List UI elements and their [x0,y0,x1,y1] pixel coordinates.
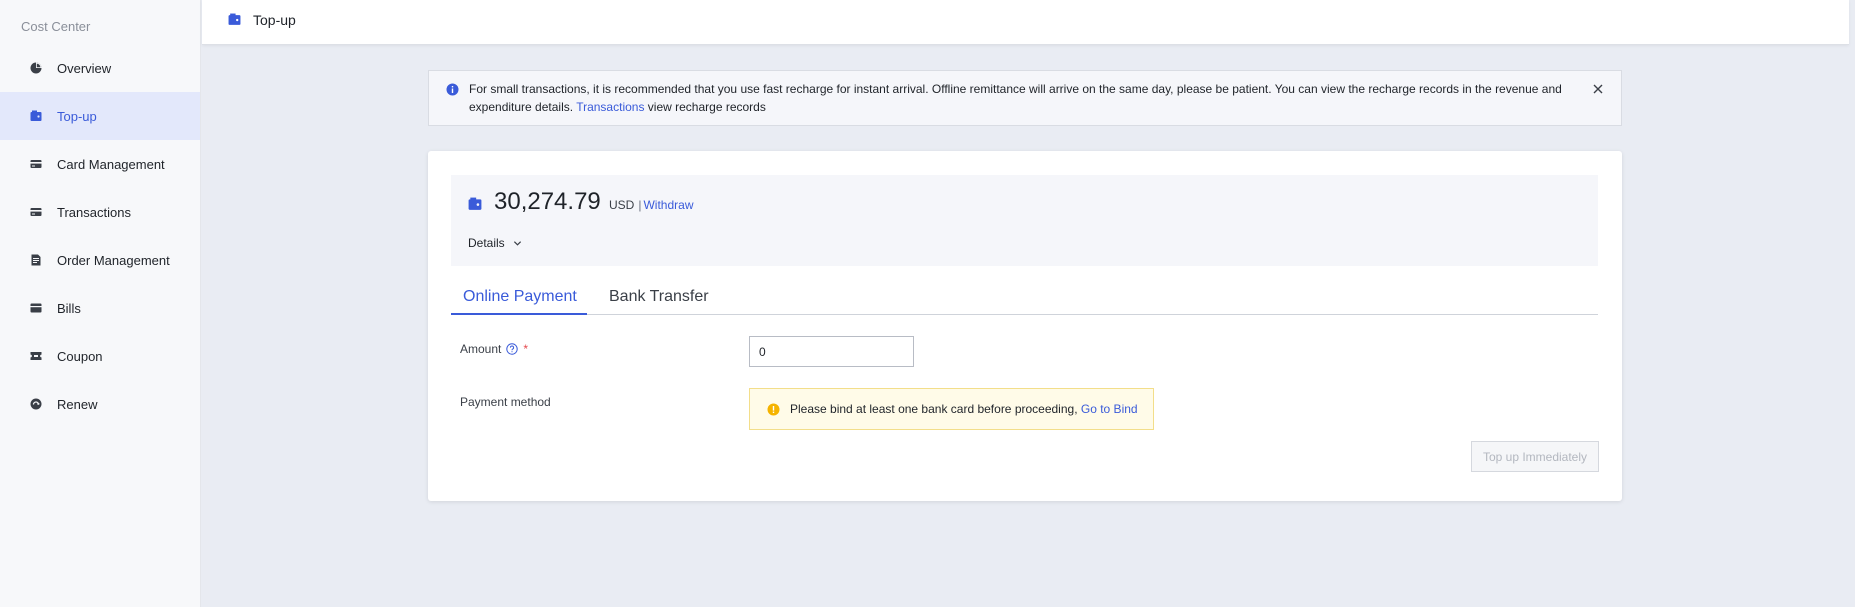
sidebar-item-label: Top-up [57,108,97,124]
sidebar-nav: Overview Top-up Card Management Transact… [0,44,200,428]
alert-suffix: view recharge records [647,100,766,114]
details-label: Details [468,236,505,250]
sidebar-item-label: Order Management [57,252,170,268]
tab-bank-transfer[interactable]: Bank Transfer [609,288,709,306]
sidebar-item-label: Card Management [57,156,165,172]
info-icon [446,83,459,96]
document-icon [30,254,42,266]
sidebar-item-transactions[interactable]: Transactions [0,188,200,236]
wallet-icon [30,110,42,122]
balance-amount: 30,274.79 [494,188,601,215]
coupon-icon [30,350,42,362]
sidebar-item-renew[interactable]: Renew [0,380,200,428]
chevron-down-icon [513,240,521,246]
card-icon [30,206,42,218]
top-up-button[interactable]: Top up Immediately [1471,441,1599,472]
tab-online-payment[interactable]: Online Payment [463,288,577,306]
payment-tabs: Online Payment Bank Transfer [451,281,1598,315]
balance-meta: USD | Withdraw [609,198,693,212]
payment-method-label: Payment method [460,395,551,409]
sidebar-item-card-management[interactable]: Card Management [0,140,200,188]
warning-icon [767,403,780,416]
wallet-icon [468,197,482,211]
wallet-icon [228,13,241,26]
page-header: Top-up [202,0,1849,45]
sidebar-item-overview[interactable]: Overview [0,44,200,92]
sidebar-item-label: Coupon [57,348,103,364]
sidebar-item-label: Bills [57,300,81,316]
amount-label-text: Amount [460,342,502,356]
amount-label: Amount * [460,342,528,356]
card-icon [30,158,42,170]
page-title: Top-up [253,12,296,28]
withdraw-link[interactable]: Withdraw [643,198,693,212]
bill-icon [30,302,42,314]
help-icon[interactable] [506,343,519,355]
sidebar-item-bills[interactable]: Bills [0,284,200,332]
details-toggle[interactable]: Details [468,236,522,250]
renew-icon [30,398,42,410]
sidebar-title: Cost Center [21,19,91,34]
pie-chart-icon [30,62,42,74]
sidebar-item-coupon[interactable]: Coupon [0,332,200,380]
sidebar: Cost Center Overview Top-up Card Managem… [0,0,201,607]
sidebar-item-top-up[interactable]: Top-up [0,92,200,140]
sidebar-item-label: Transactions [57,204,131,220]
required-mark: * [523,342,529,356]
sidebar-item-label: Overview [57,60,112,76]
transactions-link[interactable]: Transactions [576,100,644,114]
amount-input[interactable] [749,336,914,367]
sidebar-item-label: Renew [57,396,98,412]
warning-text-wrap: Please bind at least one bank card befor… [790,402,1138,416]
separator: | [638,198,642,212]
balance-panel: 30,274.79 USD | Withdraw Details [451,175,1598,266]
info-alert: For small transactions, it is recommende… [428,70,1622,126]
currency-label: USD [609,198,635,212]
bind-card-warning: Please bind at least one bank card befor… [749,388,1154,430]
alert-text: For small transactions, it is recommende… [469,80,1579,116]
warning-text: Please bind at least one bank card befor… [790,402,1078,416]
go-to-bind-link[interactable]: Go to Bind [1081,402,1138,416]
top-up-card: 30,274.79 USD | Withdraw Details Online Pa… [428,151,1622,501]
sidebar-item-order-management[interactable]: Order Management [0,236,200,284]
active-tab-indicator [451,313,587,315]
close-icon[interactable] [1592,82,1604,94]
